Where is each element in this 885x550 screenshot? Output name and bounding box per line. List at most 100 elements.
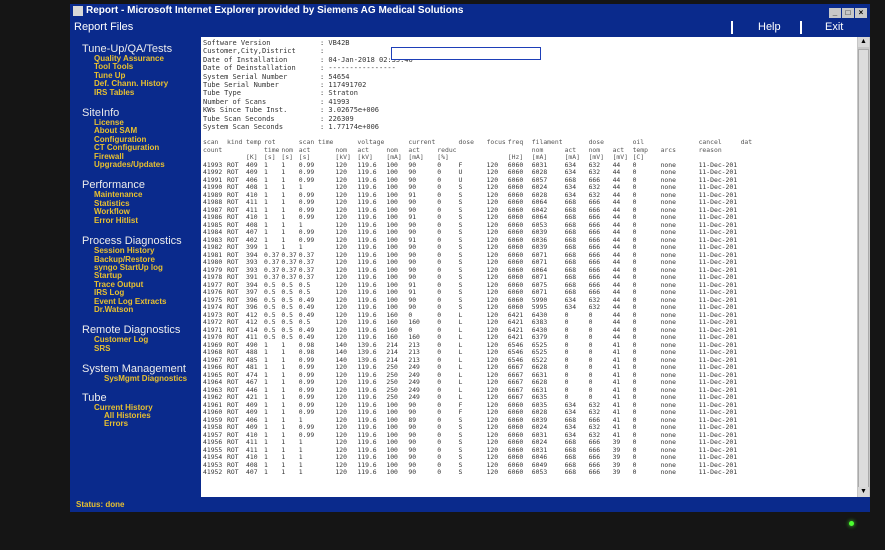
report-content: Software Version: VB42B Customer,City,Dis… [201,37,857,497]
sidebar-link[interactable]: SRS [94,344,201,353]
table-cell [485,147,506,155]
table-cell [225,147,244,155]
info-value: : 117491702 [320,80,367,89]
info-value: : ---------------- [320,64,396,73]
table-cell: 120 [486,468,499,476]
table-cell [739,147,753,155]
help-button[interactable]: Help [758,18,781,37]
table-cell: freq [507,138,524,146]
table-cell: 407 [246,468,258,476]
info-key: System Serial Number [203,72,288,81]
sidebar-link[interactable]: IRS Tables [94,88,201,97]
info-row: Tube Type : Straton [203,89,413,97]
status-text: Status: done [76,500,125,509]
ie-logo-icon [73,6,83,16]
table-cell: 0 [632,468,637,476]
customer-input-field[interactable] [391,47,541,60]
window-title: Report - Microsoft Internet Explorer pro… [86,5,464,16]
table-cell: 1 [298,468,303,476]
info-key: Software Version [203,39,271,47]
table-cell: 119.6 [357,468,377,476]
exit-button[interactable]: Exit [825,18,843,37]
browser-window: Report - Microsoft Internet Explorer pro… [70,4,870,512]
table-cell: 666 [588,468,601,476]
table-cell: temp [246,138,262,146]
table-cell: kind [227,138,243,146]
info-value: : 1.77174e+006 [320,122,380,131]
table-cell: 1 [281,468,286,476]
close-icon[interactable]: × [855,8,867,18]
menu-separator [731,21,733,34]
menu-bar: Report Files Help Exit [70,18,870,37]
sidebar-link[interactable]: Dr.Watson [94,305,201,314]
minimize-icon[interactable]: _ [829,8,841,18]
info-key: Number of Scans [203,97,267,106]
info-key: System Scan Seconds [203,122,284,131]
table-cell: 90 [408,468,417,476]
info-row: Number of Scans : 41993 [203,98,413,106]
info-key: Customer,City,District [203,47,296,56]
menu-separator [800,21,802,34]
scroll-down-icon[interactable]: ▼ [858,487,869,497]
table-cell: 39 [612,468,621,476]
table-cell: 6053 [531,468,548,476]
table-cell: ROT [227,468,239,476]
table-cell: 100 [386,468,398,476]
table-cell: 1 [264,468,268,476]
info-value: : [320,47,325,56]
table-cell: S [458,468,463,476]
title-bar: Report - Microsoft Internet Explorer pro… [70,4,870,18]
info-row: Software Version : VB42B [203,39,413,47]
table-cell [739,154,753,162]
info-value: : 54654 [320,72,350,81]
scroll-thumb[interactable] [858,49,869,495]
vertical-scrollbar[interactable]: ▲ ▼ [857,37,870,497]
sidebar-link[interactable]: Error Hitlist [94,216,201,225]
report-files-title: Report Files [74,21,134,33]
info-key: Tube Serial Number [203,80,279,89]
table-cell: 0 [437,468,442,476]
info-row: Tube Serial Number : 117491702 [203,81,413,89]
info-row: Tube Scan Seconds : 226309 [203,115,413,123]
table-cell: arcs [660,145,676,154]
info-row: Date of Deinstallation : ---------------- [203,64,413,72]
info-value: : 226309 [320,114,354,123]
info-key: Tube Scan Seconds [203,114,275,123]
table-cell: 668 [564,468,577,476]
table-cell: focus [486,138,506,146]
sidebar-section-title: Tube [82,391,107,404]
sidebar-link[interactable]: Upgrades/Updates [94,160,201,169]
sidebar-link[interactable]: SysMgmt Diagnostics [104,374,201,383]
info-key: Date of Installation [203,55,288,64]
maximize-icon[interactable]: □ [842,8,854,18]
info-value: : 3.02675e+006 [320,106,380,115]
info-row: Customer,City,District: [203,47,413,55]
table-cell [457,147,485,155]
power-led [849,521,854,526]
info-value: : Straton [320,89,358,98]
info-row: Date of Installation: 04-Jan-2018 02:35:… [203,56,413,64]
table-cell: 11-Dec-201 [698,468,738,476]
sidebar: Tune-Up/QA/Tests Quality Assurance Tool To… [70,37,201,497]
info-key: Tube Type [203,89,241,98]
info-row: KWs Since Tube Inst. : 3.02675e+006 [203,106,413,114]
table-cell: 120 [335,468,347,476]
info-row: System Scan Seconds : 1.77174e+006 [203,123,413,131]
table-cell: dose [458,138,474,146]
table-cell: dat [740,138,753,146]
table-cell: reason [698,145,722,154]
table-row: 41952 ROT 407 1 1 1 120 119.6 100 90 0 S 120 6060 6053… [201,468,752,477]
sidebar-link[interactable]: Errors [104,419,201,428]
info-value: : 41993 [320,97,350,106]
tube-info-block: Software Version: VB42B Customer,City,Dis… [203,39,413,131]
scroll-up-icon[interactable]: ▲ [858,37,869,47]
table-cell: 41952 [203,468,223,476]
info-value: : VB42B [320,39,350,47]
table-cell: 6060 [507,468,524,476]
info-key: KWs Since Tube Inst. [203,106,288,115]
info-key: Date of Deinstallation [203,64,296,73]
tube-history-table: scan kind temp rot scan time voltage current do… [201,138,753,477]
status-bar: Status: done [70,497,870,512]
sidebar-link[interactable]: Customer Log [94,335,201,344]
info-row: System Serial Number : 54654 [203,73,413,81]
